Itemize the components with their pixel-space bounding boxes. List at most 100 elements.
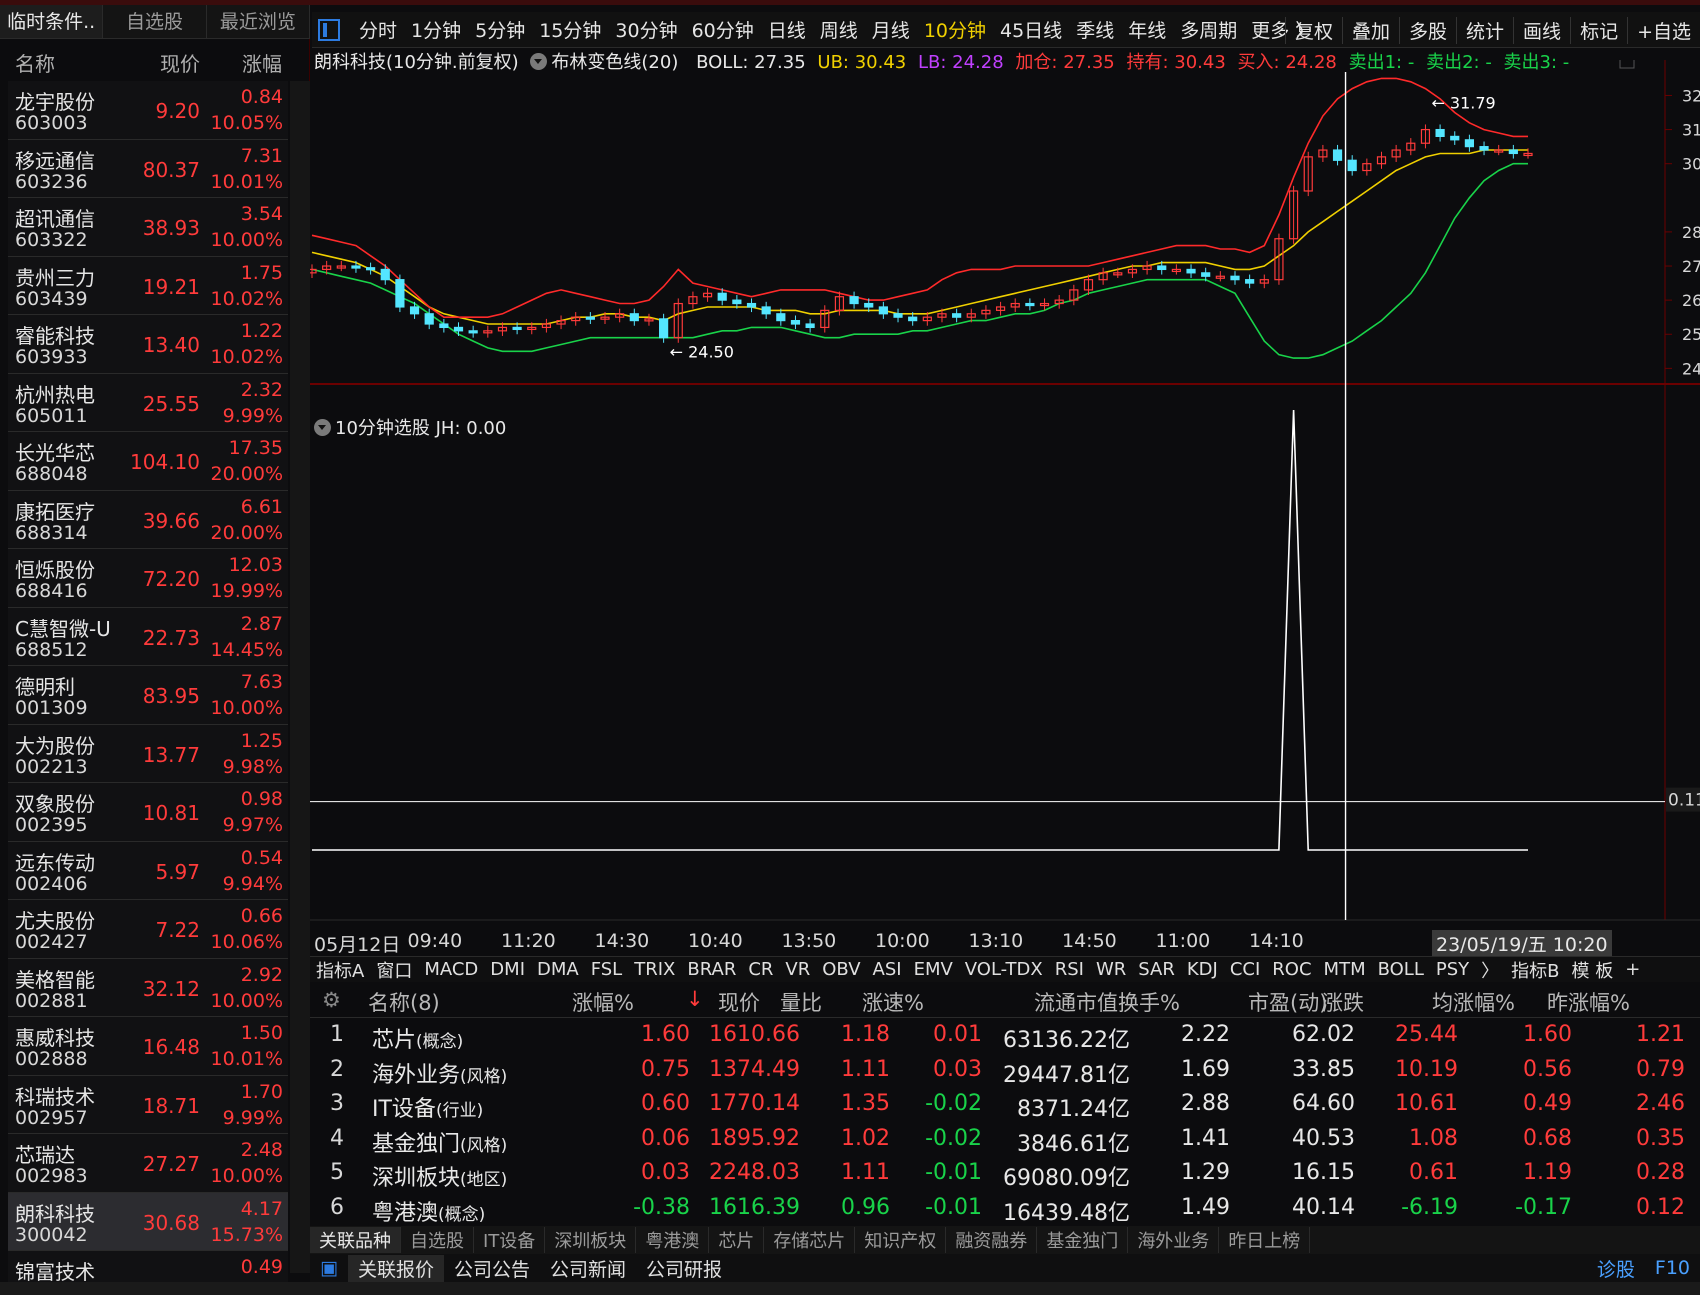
indicator-tab[interactable]: ROC — [1266, 959, 1317, 980]
bottom-tab[interactable]: 深圳板块 — [545, 1227, 637, 1253]
tool-button[interactable]: 画线 — [1513, 16, 1570, 44]
table-col-header[interactable]: 市盈(动) — [1248, 987, 1327, 1017]
indicator-tab[interactable]: 窗口 — [370, 957, 418, 983]
tool-button[interactable]: 统计 — [1456, 16, 1513, 44]
stock-row[interactable]: 惠威科技 002888 16.48 1.50 10.01% — [8, 1017, 288, 1076]
indicator-tab[interactable]: MTM — [1318, 959, 1372, 980]
stock-row[interactable]: 超讯通信 603322 38.93 3.54 10.00% — [8, 198, 288, 257]
indicator-tab[interactable]: 模 板 — [1566, 957, 1620, 983]
tool-button[interactable]: 叠加 — [1342, 16, 1399, 44]
stock-row[interactable]: 大为股份 002213 13.77 1.25 9.98% — [8, 724, 288, 783]
period-tab[interactable]: 1分钟 — [404, 16, 468, 43]
col-name[interactable]: 名称 — [15, 48, 55, 77]
indicator-tab[interactable]: TRIX — [628, 959, 681, 980]
indicator-tab[interactable]: DMA — [531, 959, 585, 980]
period-tab[interactable]: 月线 — [865, 16, 917, 43]
period-tab[interactable]: 10分钟 — [917, 16, 993, 43]
table-row[interactable]: 6 粤港澳(概念) -0.38 1616.39 0.96 -0.01 16439.48亿 1.… — [310, 1191, 1700, 1226]
stock-row[interactable]: 康拓医疗 688314 39.66 6.61 20.00% — [8, 490, 288, 549]
bottom-tab[interactable]: 存储芯片 — [764, 1227, 856, 1253]
stock-row[interactable]: 远东传动 002406 5.97 0.54 9.94% — [8, 841, 288, 900]
period-tab[interactable]: 60分钟 — [685, 16, 761, 43]
stock-row[interactable]: 芯瑞达 002983 27.27 2.48 10.00% — [8, 1134, 288, 1193]
indicator-tab[interactable]: CCI — [1224, 959, 1266, 980]
table-col-header[interactable]: 名称(8) — [368, 987, 440, 1017]
table-col-header[interactable]: 涨跌 — [1322, 987, 1364, 1017]
table-row[interactable]: 4 基金独门(风格) 0.06 1895.92 1.02 -0.02 3846.61亿 1.4… — [310, 1122, 1700, 1157]
sub-right-button[interactable]: 诊股 — [1587, 1255, 1645, 1282]
table-row[interactable]: 1 芯片(概念) 1.60 1610.66 1.18 0.01 63136.22亿 2.22 6… — [310, 1018, 1700, 1053]
table-col-header[interactable]: 均涨幅% — [1432, 987, 1515, 1017]
indicator-tab[interactable]: MACD — [418, 959, 484, 980]
list-scrollbar[interactable] — [290, 81, 310, 1273]
bottom-tab[interactable]: 知识产权 — [855, 1227, 947, 1253]
panel-icon[interactable]: ▣ — [310, 1257, 348, 1279]
tool-button[interactable]: 复权 — [1284, 16, 1342, 44]
indicator-tab[interactable]: SAR — [1132, 959, 1181, 980]
table-row[interactable]: 3 IT设备(行业) 0.60 1770.14 1.35 -0.02 8371.24亿 2.8… — [310, 1087, 1700, 1122]
indicator-tab[interactable]: DMI — [484, 959, 531, 980]
indicator-tab[interactable]: ASI — [867, 959, 908, 980]
stock-row[interactable]: 朗科科技 300042 30.68 4.17 15.73% — [8, 1192, 288, 1251]
indicator-tab[interactable]: OBV — [816, 959, 866, 980]
bottom-tab[interactable]: 关联品种 — [310, 1227, 401, 1253]
tool-button[interactable]: 标记 — [1570, 16, 1627, 44]
indicator-tab[interactable]: 指标B — [1505, 957, 1565, 983]
kline-chart[interactable]: 32 31 30 28 27 26 25 24 0.11 ← 31.79 ← 24.50 — [310, 60, 1700, 940]
stock-row[interactable]: 龙宇股份 603003 9.20 0.84 10.05% — [8, 81, 288, 140]
bottom-tab[interactable]: 昨日上榜 — [1219, 1227, 1311, 1253]
tool-button[interactable]: 多股 — [1399, 16, 1456, 44]
table-col-header[interactable]: 涨幅% — [572, 987, 634, 1017]
table-col-header[interactable]: 流通市值 — [1034, 987, 1118, 1017]
indicator-tab[interactable]: WR — [1090, 959, 1132, 980]
col-change[interactable]: 涨幅 — [242, 48, 282, 77]
bottom-tab[interactable]: 基金独门 — [1037, 1227, 1129, 1253]
table-col-header[interactable]: 量比 — [780, 987, 822, 1017]
bottom-tab[interactable]: 芯片 — [709, 1227, 765, 1253]
stock-row[interactable]: 移远通信 603236 80.37 7.31 10.01% — [8, 139, 288, 198]
stock-row[interactable]: 杭州热电 605011 25.55 2.32 9.99% — [8, 373, 288, 432]
expand-icon[interactable] — [1619, 60, 1635, 69]
period-tab[interactable]: 周线 — [813, 16, 865, 43]
stock-row[interactable]: C慧智微-U 688512 22.73 2.87 14.45% — [8, 607, 288, 666]
indicator2-dropdown-icon[interactable] — [314, 419, 331, 436]
bottom-tab[interactable]: 粤港澳 — [636, 1227, 710, 1253]
sub-tab[interactable]: 公司公告 — [444, 1255, 540, 1282]
indicator-tab[interactable]: BOLL — [1372, 959, 1430, 980]
stock-row[interactable]: 尤夫股份 002427 7.22 0.66 10.06% — [8, 900, 288, 959]
period-tab[interactable]: 季线 — [1069, 16, 1121, 43]
indicator-tab[interactable]: CR — [742, 959, 779, 980]
stock-row[interactable]: 长光华芯 688048 104.10 17.35 20.00% — [8, 432, 288, 491]
table-col-header[interactable]: 涨速% — [862, 987, 924, 1017]
period-tab[interactable]: 年线 — [1121, 16, 1173, 43]
layout-icon[interactable] — [318, 18, 340, 41]
col-price[interactable]: 现价 — [160, 48, 200, 77]
stock-row[interactable]: 美格智能 002881 32.12 2.92 10.00% — [8, 958, 288, 1017]
period-tab[interactable]: 分时 — [352, 16, 404, 43]
table-row[interactable]: 5 深圳板块(地区) 0.03 2248.03 1.11 -0.01 69080.09亿 1.… — [310, 1156, 1700, 1191]
indicator-tab[interactable]: BRAR — [681, 959, 742, 980]
stock-row[interactable]: 双象股份 002395 10.81 0.98 9.97% — [8, 783, 288, 842]
stock-row[interactable]: 恒烁股份 688416 72.20 12.03 19.99% — [8, 549, 288, 608]
period-tab[interactable]: 5分钟 — [468, 16, 532, 43]
period-tab[interactable]: 45日线 — [993, 16, 1069, 43]
sub-tab[interactable]: 公司研报 — [636, 1255, 732, 1282]
indicator-tab[interactable]: PSY — [1430, 959, 1475, 980]
indicator-tab[interactable]: FSL — [585, 959, 629, 980]
table-col-header[interactable]: 换手% — [1118, 987, 1180, 1017]
bottom-tab[interactable]: 融资融券 — [946, 1227, 1038, 1253]
tab-temp-condition[interactable]: 临时条件.. — [0, 5, 104, 38]
tab-recent[interactable]: 最近浏览 — [207, 5, 310, 38]
table-row[interactable]: 2 海外业务(风格) 0.75 1374.49 1.11 0.03 29447.81亿 1.6… — [310, 1053, 1700, 1088]
period-tab[interactable]: 日线 — [761, 16, 813, 43]
table-col-header[interactable]: 现价 — [718, 987, 760, 1017]
stock-row[interactable]: 睿能科技 603933 13.40 1.22 10.02% — [8, 315, 288, 374]
indicator-tab[interactable]: 〉 — [1475, 957, 1505, 983]
indicator-tab[interactable]: VR — [779, 959, 816, 980]
sub-tab[interactable]: 公司新闻 — [540, 1255, 636, 1282]
indicator-tab[interactable]: EMV — [908, 959, 959, 980]
indicator-tab[interactable]: RSI — [1049, 959, 1090, 980]
period-tab[interactable]: 15分钟 — [532, 16, 608, 43]
stock-row[interactable]: 德明利 001309 83.95 7.63 10.00% — [8, 666, 288, 725]
sub-tab[interactable]: 关联报价 — [347, 1254, 444, 1282]
